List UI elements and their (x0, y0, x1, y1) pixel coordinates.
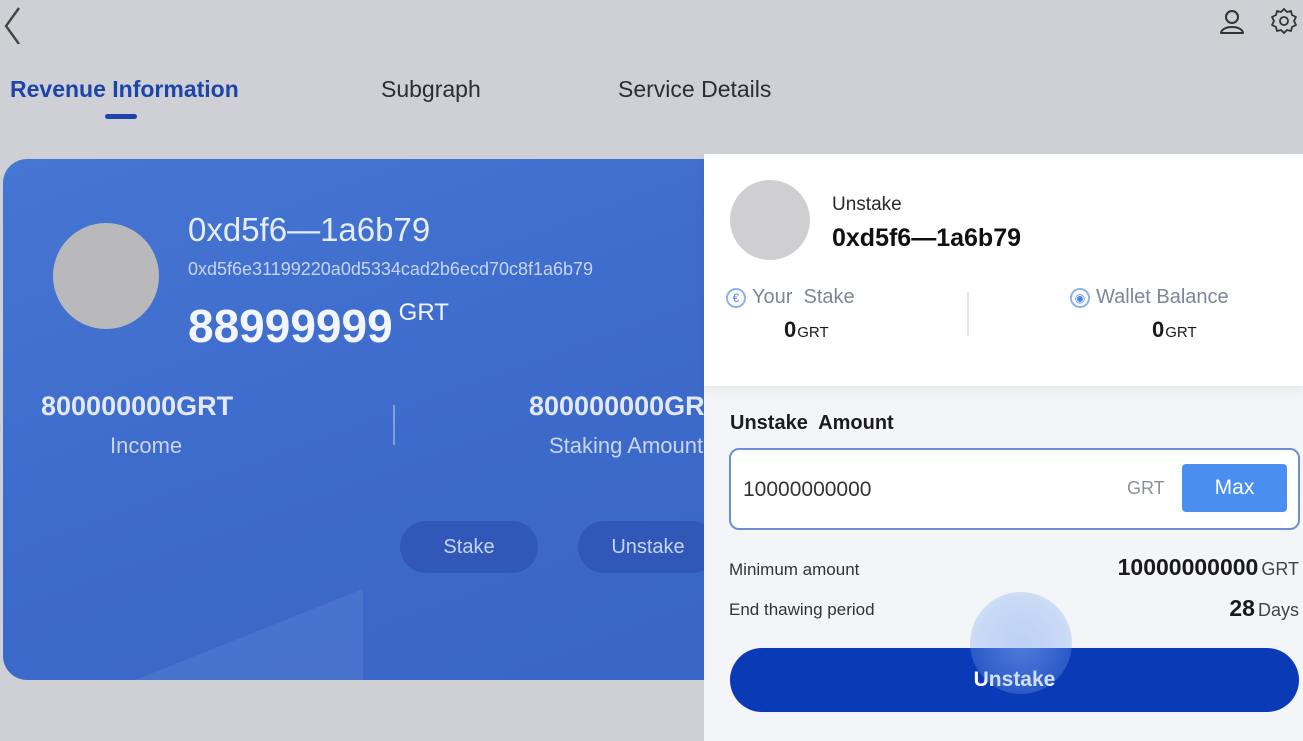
card-balance-value: 88999999 (188, 300, 393, 352)
minimum-amount-label: Minimum amount (729, 560, 860, 579)
your-stake-value: 0 (784, 317, 797, 342)
card-decoration (63, 589, 363, 680)
card-divider (393, 405, 395, 445)
unstake-amount-input[interactable] (743, 470, 1103, 510)
user-icon (1220, 10, 1244, 34)
user-button[interactable] (1215, 4, 1249, 38)
income-label: Income (110, 433, 183, 458)
stake-button[interactable]: Stake (400, 521, 538, 573)
avatar (730, 180, 810, 260)
unstake-submit-button[interactable]: Unstake (730, 648, 1299, 712)
your-stake-unit: GRT (797, 324, 829, 341)
thawing-period-value: 28 Days (1229, 595, 1299, 622)
coin-icon: € (726, 287, 746, 308)
tab-revenue-information[interactable]: Revenue Information (10, 76, 239, 103)
avatar (53, 223, 159, 329)
wallet-icon: ◉ (1070, 287, 1090, 308)
unstake-amount-field: GRT Max (729, 448, 1300, 530)
staking-amount-label: Staking Amount (549, 433, 704, 458)
card-balance: 88999999 GRT (188, 299, 449, 353)
unstake-amount-title: Unstake Amount (730, 412, 894, 434)
minimum-amount-value: 10000000000 GRT (1118, 554, 1299, 581)
drawer-title: Unstake (832, 194, 902, 215)
thawing-period-label: End thawing period (729, 600, 875, 619)
back-button[interactable] (0, 4, 26, 44)
wallet-balance-info: ◉ Wallet Balance 0GRT (1070, 286, 1303, 343)
chevron-left-icon (4, 7, 20, 44)
staking-amount-value: 800000000GRT (529, 391, 722, 421)
your-stake-label: Your Stake (752, 286, 855, 308)
card-balance-unit: GRT (398, 299, 449, 326)
info-divider (967, 292, 969, 336)
card-short-address: 0xd5f6—1a6b79 (188, 211, 431, 248)
tab-service-details[interactable]: Service Details (618, 76, 771, 103)
drawer-address: 0xd5f6—1a6b79 (832, 224, 1022, 252)
wallet-balance-value: 0 (1152, 317, 1165, 342)
active-tab-indicator (105, 114, 137, 119)
card-full-address: 0xd5f6e31199220a0d5334cad2b6ecd70c8f1a6b… (188, 259, 594, 279)
max-button[interactable]: Max (1182, 464, 1287, 512)
wallet-balance-label: Wallet Balance (1096, 286, 1229, 308)
unstake-drawer: Unstake 0xd5f6—1a6b79 € Your Stake 0 GRT … (704, 154, 1303, 741)
minimum-amount-number: 10000000000 (1117, 554, 1259, 580)
card-unstake-button[interactable]: Unstake (578, 521, 718, 573)
your-stake-info: € Your Stake 0GRT (726, 286, 986, 343)
tab-subgraph[interactable]: Subgraph (381, 76, 481, 103)
thawing-period-unit: Days (1257, 600, 1299, 620)
gear-icon (1271, 8, 1297, 34)
amount-unit: GRT (1127, 478, 1165, 498)
minimum-amount-unit: GRT (1261, 559, 1299, 579)
thawing-period-number: 28 (1229, 595, 1255, 621)
settings-button[interactable] (1267, 4, 1301, 38)
wallet-balance-unit: GRT (1165, 324, 1197, 341)
revenue-card: 0xd5f6—1a6b79 0xd5f6e31199220a0d5334cad2… (3, 159, 763, 680)
drawer-header: Unstake 0xd5f6—1a6b79 € Your Stake 0GRT … (704, 154, 1303, 386)
income-value: 800000000GRT (41, 391, 234, 421)
